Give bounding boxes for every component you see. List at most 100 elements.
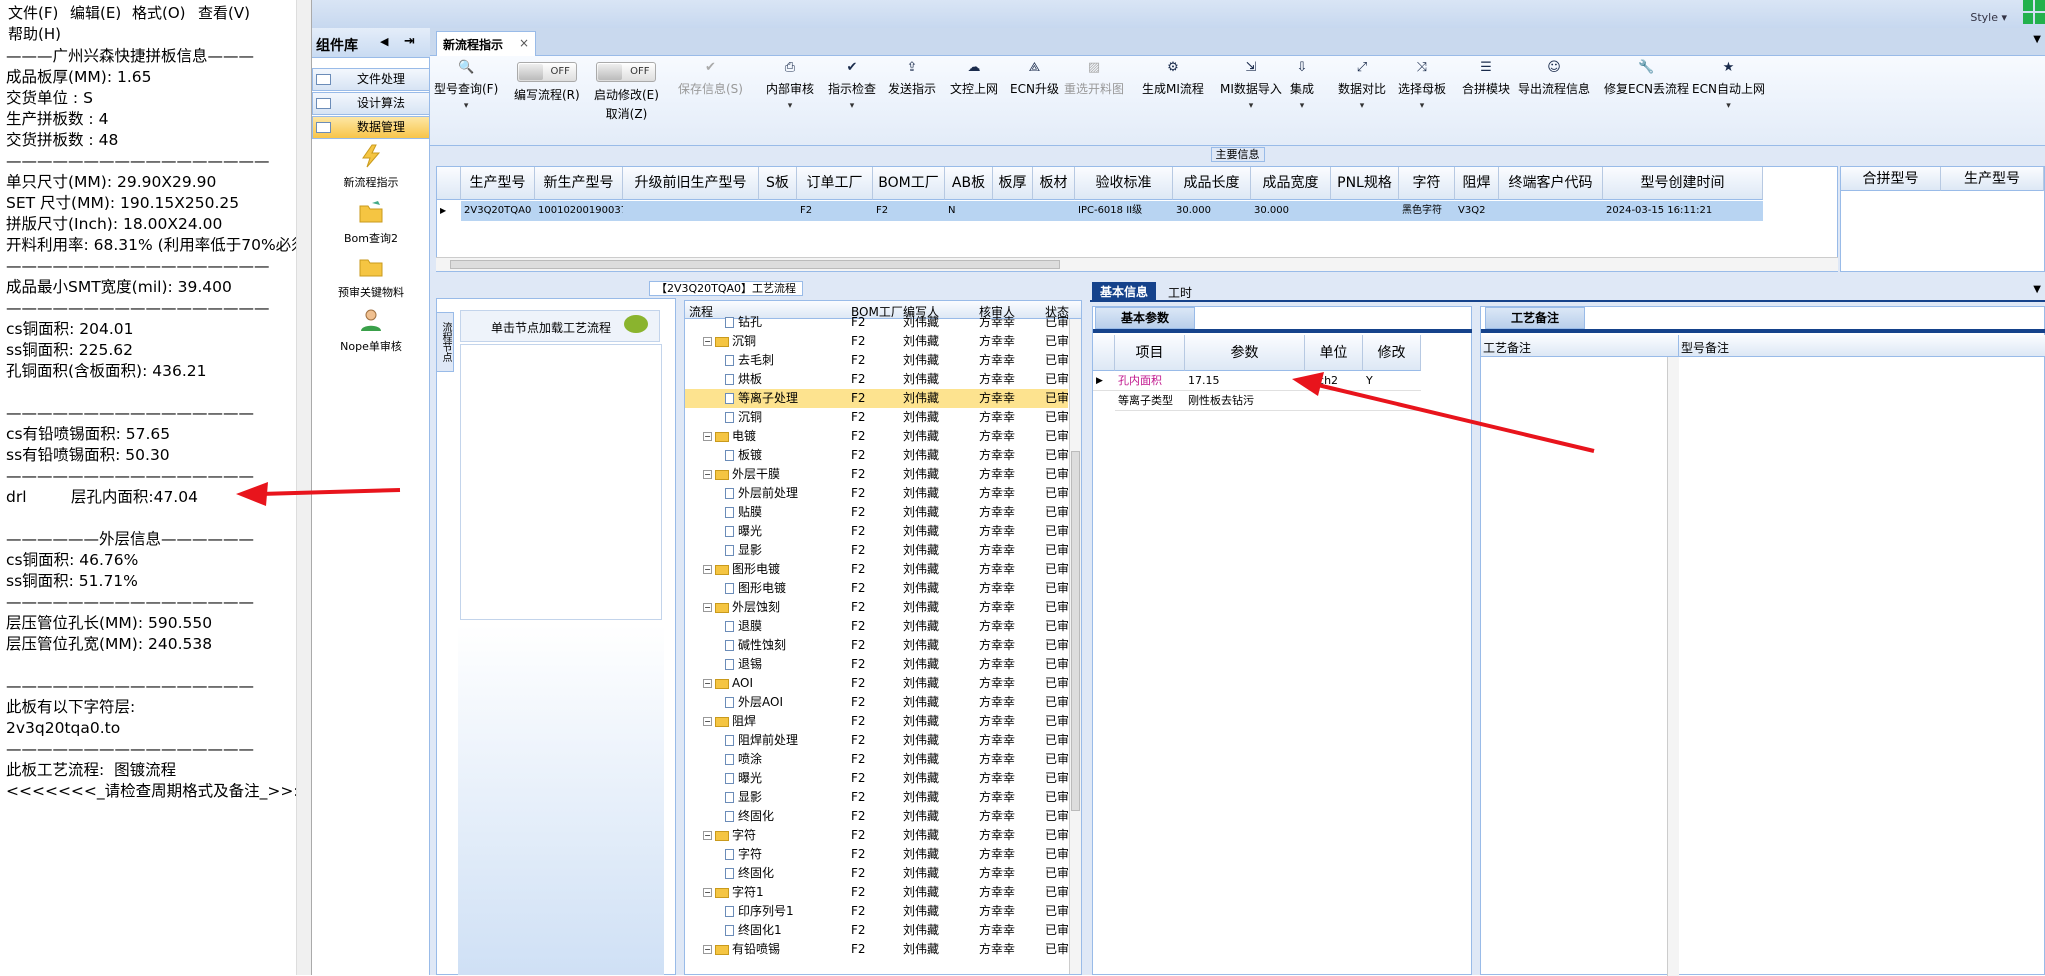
tree-row[interactable]: 钻孔 F2 刘伟藏 方幸幸 已审核: [685, 313, 1069, 332]
ribbon-button-1[interactable]: OFF 编写流程(R): [514, 62, 580, 103]
ribbon-button-0[interactable]: 🔍 型号查询(F) ▾: [434, 60, 498, 111]
tree-row[interactable]: − 有铅喷锡 F2 刘伟藏 方幸幸 已审核: [685, 940, 1069, 959]
tab-work-hours[interactable]: 工时: [1168, 284, 1192, 301]
ribbon-button-9[interactable]: ▨ 重选开料图: [1064, 60, 1124, 97]
tree-row[interactable]: 显影 F2 刘伟藏 方幸幸 已审核: [685, 788, 1069, 807]
col-header-unit[interactable]: 单位: [1305, 335, 1363, 371]
col-header[interactable]: AB板: [945, 167, 993, 200]
ribbon-button-12[interactable]: ⇩ 集成 ▾: [1290, 60, 1314, 111]
collapse-toggle-icon[interactable]: −: [703, 565, 712, 574]
dropdown-arrow-icon[interactable]: ▾: [1692, 101, 1765, 111]
splitter[interactable]: [1082, 298, 1090, 975]
process-tree[interactable]: 流程 BOM工厂 编写人 核审人 状态 钻孔F2刘伟藏方幸幸已审核−沉铜F2刘伟…: [684, 300, 1082, 975]
col-header[interactable]: 成品长度: [1173, 167, 1251, 200]
ribbon-button-10[interactable]: ⚙ 生成MI流程: [1142, 60, 1204, 97]
item-prereview-material[interactable]: 预审关键物料: [312, 254, 430, 300]
tree-row[interactable]: 外层AOI F2 刘伟藏 方幸幸 已审核: [685, 693, 1069, 712]
dropdown-arrow-icon[interactable]: ▾: [1220, 101, 1282, 111]
collapse-toggle-icon[interactable]: −: [703, 432, 712, 441]
tree-row[interactable]: 退锡 F2 刘伟藏 方幸幸 已审核: [685, 655, 1069, 674]
menu-help[interactable]: 帮助(H): [8, 23, 61, 44]
param-unit-cell[interactable]: inch2: [1305, 371, 1363, 391]
close-icon[interactable]: ×: [519, 36, 529, 50]
style-dropdown[interactable]: Style ▾: [1970, 11, 2007, 24]
ribbon-button-7[interactable]: ☁ 文控上网: [950, 60, 998, 97]
tab-basic-info[interactable]: 基本信息: [1092, 282, 1156, 302]
col-header-param[interactable]: 参数: [1185, 335, 1305, 371]
tree-row[interactable]: 曝光 F2 刘伟藏 方幸幸 已审核: [685, 522, 1069, 541]
notepad-scrollbar[interactable]: [296, 0, 311, 975]
collapse-toggle-icon[interactable]: −: [703, 337, 712, 346]
tab-design-algorithm[interactable]: 设计算法: [312, 92, 430, 115]
collapse-toggle-icon[interactable]: −: [703, 945, 712, 954]
collapse-toggle-icon[interactable]: −: [703, 679, 712, 688]
col-header[interactable]: 终端客户代码: [1499, 167, 1603, 200]
col-header[interactable]: 升级前旧生产型号: [623, 167, 759, 200]
notepad-text-area[interactable]: ———广州兴森快捷拼板信息——— 成品板厚(MM): 1.65 交货单位 : S 生产…: [6, 46, 296, 802]
tree-row[interactable]: − 阻焊 F2 刘伟藏 方幸幸 已审核: [685, 712, 1069, 731]
tree-row[interactable]: 印序列号1 F2 刘伟藏 方幸幸 已审核: [685, 902, 1069, 921]
col-header[interactable]: 板厚: [993, 167, 1033, 200]
tree-row[interactable]: − AOI F2 刘伟藏 方幸幸 已审核: [685, 674, 1069, 693]
tree-row[interactable]: 曝光 F2 刘伟藏 方幸幸 已审核: [685, 769, 1069, 788]
dropdown-arrow-icon[interactable]: ▾: [766, 101, 814, 111]
grid-cell[interactable]: [993, 201, 1033, 221]
dropdown-arrow-icon[interactable]: ▾: [828, 101, 876, 111]
ribbon-button-11[interactable]: ⇲ MI数据导入 ▾: [1220, 60, 1282, 111]
grid-cell[interactable]: IPC-6018 II级: [1075, 201, 1173, 221]
tab-process-notes[interactable]: 工艺备注: [1485, 307, 1585, 329]
col-header[interactable]: 字符: [1399, 167, 1455, 200]
chat-bubble-icon[interactable]: [624, 315, 648, 333]
tree-row[interactable]: 烘板 F2 刘伟藏 方幸幸 已审核: [685, 370, 1069, 389]
col-header[interactable]: 板材: [1033, 167, 1075, 200]
dropdown-arrow-icon[interactable]: ▾: [1290, 101, 1314, 111]
param-item-cell[interactable]: 孔内面积: [1115, 371, 1185, 391]
collapse-toggle-icon[interactable]: −: [703, 831, 712, 840]
col-header[interactable]: BOM工厂: [873, 167, 945, 200]
tree-row[interactable]: − 字符1 F2 刘伟藏 方幸幸 已审核: [685, 883, 1069, 902]
grid-cell[interactable]: [623, 201, 759, 221]
splitter[interactable]: [1472, 306, 1480, 975]
ribbon-button-14[interactable]: ⤨ 选择母板 ▾: [1398, 60, 1446, 111]
collapse-toggle-icon[interactable]: −: [703, 470, 712, 479]
tree-row[interactable]: − 电镀 F2 刘伟藏 方幸幸 已审核: [685, 427, 1069, 446]
tree-row[interactable]: 喷涂 F2 刘伟藏 方幸幸 已审核: [685, 750, 1069, 769]
item-new-process[interactable]: 新流程指示: [312, 144, 430, 190]
grid-cell[interactable]: V3Q2: [1455, 201, 1499, 221]
grid-cell[interactable]: F2: [797, 201, 873, 221]
tree-row[interactable]: 终固化 F2 刘伟藏 方幸幸 已审核: [685, 864, 1069, 883]
col-header[interactable]: 生产型号: [461, 167, 535, 200]
collapse-toggle-icon[interactable]: −: [703, 717, 712, 726]
ribbon-button-17[interactable]: 🔧 修复ECN丢流程: [1604, 60, 1689, 97]
ribbon-button-4[interactable]: ⎙ 内部审核 ▾: [766, 60, 814, 111]
param-value-cell[interactable]: 刚性板去钻污: [1185, 391, 1305, 411]
tree-row[interactable]: 去毛刺 F2 刘伟藏 方幸幸 已审核: [685, 351, 1069, 370]
grid-cell[interactable]: [1331, 201, 1399, 221]
model-notes-textarea[interactable]: [1681, 359, 2041, 971]
tree-row[interactable]: − 外层干膜 F2 刘伟藏 方幸幸 已审核: [685, 465, 1069, 484]
collapse-toggle-icon[interactable]: −: [703, 888, 712, 897]
main-grid-hscrollbar[interactable]: [436, 257, 1838, 271]
col-header[interactable]: 型号创建时间: [1603, 167, 1763, 200]
param-value-cell[interactable]: 17.15: [1185, 371, 1305, 391]
item-bom-query[interactable]: Bom查询2: [312, 200, 430, 246]
ribbon-button-8[interactable]: ⟁ ECN升级: [1010, 60, 1059, 97]
tree-row[interactable]: 显影 F2 刘伟藏 方幸幸 已审核: [685, 541, 1069, 560]
param-edit-cell[interactable]: Y: [1363, 371, 1421, 391]
tree-row[interactable]: 沉铜 F2 刘伟藏 方幸幸 已审核: [685, 408, 1069, 427]
grid-cell[interactable]: F2: [873, 201, 945, 221]
grid-cell[interactable]: N: [945, 201, 993, 221]
col-header[interactable]: 阻焊: [1455, 167, 1499, 200]
tree-row[interactable]: 碱性蚀刻 F2 刘伟藏 方幸幸 已审核: [685, 636, 1069, 655]
col-header[interactable]: 验收标准: [1075, 167, 1173, 200]
param-unit-cell[interactable]: [1305, 391, 1363, 411]
tree-row[interactable]: 外层前处理 F2 刘伟藏 方幸幸 已审核: [685, 484, 1069, 503]
notes-scrollbar[interactable]: [1667, 357, 1679, 976]
col-header[interactable]: S板: [759, 167, 797, 200]
grid-cell[interactable]: 2024-03-15 16:11:21: [1603, 201, 1763, 221]
ribbon-button-3[interactable]: ✔ 保存信息(S): [678, 60, 743, 97]
tree-row[interactable]: 等离子处理 F2 刘伟藏 方幸幸 已审核: [685, 389, 1069, 408]
tree-row[interactable]: 退膜 F2 刘伟藏 方幸幸 已审核: [685, 617, 1069, 636]
dropdown-arrow-icon[interactable]: ▾: [1338, 101, 1386, 111]
tree-row[interactable]: 字符 F2 刘伟藏 方幸幸 已审核: [685, 845, 1069, 864]
